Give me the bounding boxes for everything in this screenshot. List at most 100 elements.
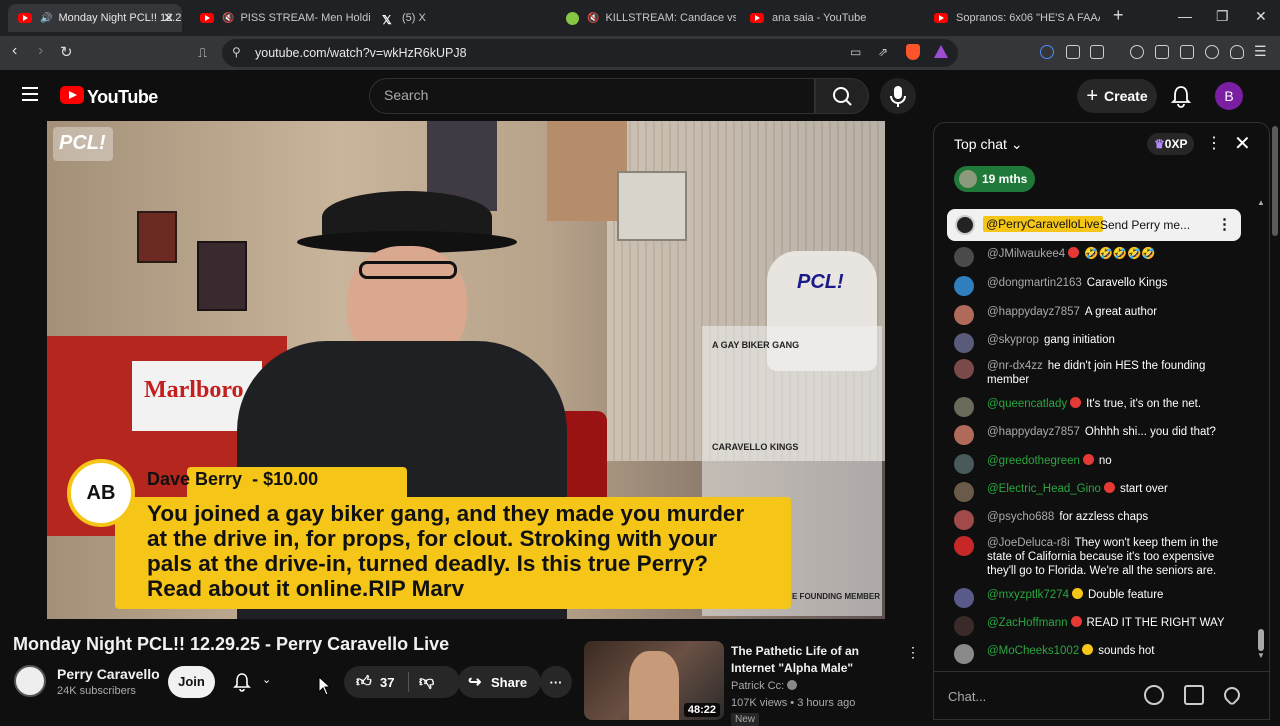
- chat-avatar[interactable]: [954, 247, 974, 267]
- chat-avatar[interactable]: [954, 644, 974, 664]
- hamburger-menu-icon[interactable]: [22, 87, 38, 101]
- share-page-icon[interactable]: ⇗: [878, 45, 888, 59]
- chat-username[interactable]: @greedothegreen: [987, 455, 1080, 467]
- recommended-menu-icon[interactable]: ⋮: [906, 644, 920, 661]
- chat-avatar[interactable]: [954, 616, 974, 636]
- brave-rewards-icon[interactable]: [934, 45, 948, 58]
- channel-avatar[interactable]: [14, 665, 46, 697]
- dislike-icon[interactable]: 👎︎: [419, 673, 434, 691]
- chat-username[interactable]: @happydayz7857: [987, 426, 1080, 438]
- tab-sopranos[interactable]: Sopranos: 6x06 "HE'S A FAAAG": [924, 4, 1100, 32]
- search-box[interactable]: [369, 78, 815, 114]
- vpn-icon[interactable]: [1040, 45, 1054, 59]
- minimize-icon[interactable]: —: [1178, 8, 1192, 24]
- chat-message[interactable]: @JoeDeluca-r8i They won't keep them in th…: [952, 536, 1242, 578]
- chat-username[interactable]: @psycho688: [987, 511, 1054, 523]
- chat-input[interactable]: [948, 684, 1138, 708]
- reload-icon[interactable]: ↻: [60, 43, 73, 61]
- brave-shields-icon[interactable]: [906, 44, 920, 60]
- cast-icon[interactable]: ▭: [850, 45, 861, 59]
- chat-username[interactable]: @queencatlady: [987, 398, 1067, 410]
- emoji-icon[interactable]: [1144, 685, 1164, 705]
- page-scrollbar[interactable]: [1270, 122, 1280, 720]
- chat-username[interactable]: @happydayz7857: [987, 306, 1080, 318]
- xp-badge[interactable]: ♛0XP: [1147, 133, 1195, 155]
- chat-avatar[interactable]: [954, 588, 974, 608]
- wallet-icon[interactable]: [1090, 45, 1104, 59]
- chat-username[interactable]: @nr-dx4zz: [987, 360, 1043, 372]
- chat-menu-icon[interactable]: ⋮: [1206, 133, 1222, 153]
- create-button[interactable]: + Create: [1077, 79, 1157, 113]
- chat-avatar[interactable]: [954, 305, 974, 325]
- chat-avatar[interactable]: [954, 333, 974, 353]
- leo-ai-icon[interactable]: [1205, 45, 1219, 59]
- chat-avatar[interactable]: [954, 425, 974, 445]
- new-tab-icon[interactable]: +: [1113, 5, 1124, 26]
- chat-avatar[interactable]: [954, 510, 974, 530]
- close-chat-icon[interactable]: ✕: [1234, 131, 1251, 156]
- url-text[interactable]: youtube.com/watch?v=wkHzR6kUPJ8: [255, 46, 467, 60]
- tab-piss-stream[interactable]: 🔇 PISS STREAM- Men Holding: [190, 4, 370, 32]
- chat-message[interactable]: @mxyzptlk7274 Double feature: [952, 588, 1242, 608]
- browser-menu-icon[interactable]: ☰: [1254, 43, 1267, 60]
- chat-mode-dropdown[interactable]: Top chat ⌄: [954, 136, 1023, 153]
- chat-message[interactable]: @happydayz7857 A great author: [952, 305, 1242, 325]
- wallet-panel-icon[interactable]: [1180, 45, 1194, 59]
- chat-avatar[interactable]: [954, 454, 974, 474]
- account-avatar[interactable]: B: [1215, 82, 1243, 110]
- speaker-icon[interactable]: 🔊: [40, 13, 52, 24]
- chat-message[interactable]: @Electric_Head_Gino start over: [952, 482, 1242, 502]
- chat-message[interactable]: @queencatlady It's true, it's on the net.: [952, 397, 1242, 417]
- chat-avatar[interactable]: [954, 276, 974, 296]
- pinned-message[interactable]: @PerryCaravelloLive Send Perry me... ⋮: [947, 209, 1241, 241]
- chat-username[interactable]: @mxyzptlk7274: [987, 589, 1069, 601]
- chat-message[interactable]: @psycho688 for azzless chaps: [952, 510, 1242, 530]
- sidebar-icon[interactable]: [1155, 45, 1169, 59]
- chat-username[interactable]: @JoeDeluca-r8i: [987, 537, 1070, 549]
- chat-username[interactable]: @ZacHoffmann: [987, 617, 1068, 629]
- super-chat-icon[interactable]: [1184, 685, 1204, 705]
- mute-icon[interactable]: 🔇: [587, 13, 599, 24]
- chat-username[interactable]: @MoCheeks1002: [987, 645, 1079, 657]
- tab-x[interactable]: 𝕏 (5) X: [372, 4, 552, 32]
- bookmark-icon[interactable]: ⎍: [198, 45, 207, 61]
- like-count[interactable]: 37: [380, 675, 394, 690]
- chat-avatar[interactable]: [954, 482, 974, 502]
- chat-username[interactable]: @dongmartin2163: [987, 277, 1082, 289]
- close-tab-icon[interactable]: ✕: [163, 10, 174, 26]
- chat-scrollbar-thumb[interactable]: [1258, 629, 1264, 651]
- recommended-title[interactable]: The Pathetic Life of an Internet "Alpha …: [731, 643, 906, 677]
- like-icon[interactable]: 👍︎: [356, 673, 372, 691]
- chat-message[interactable]: @JMilwaukee4 🤣🤣🤣🤣🤣: [952, 247, 1242, 267]
- youtube-logo-text[interactable]: YouTube: [87, 87, 158, 108]
- tab-monday-night-pcl[interactable]: 🔊 Monday Night PCL!! 12.2 ✕: [8, 4, 182, 32]
- share-button[interactable]: ↪ Share: [458, 666, 541, 698]
- back-icon[interactable]: ‹: [12, 42, 17, 60]
- chat-scrollbar[interactable]: ▲ ▼: [1257, 198, 1265, 661]
- scroll-up-icon[interactable]: ▲: [1257, 198, 1265, 207]
- shield-icon[interactable]: [1230, 45, 1244, 59]
- subscription-bell-button[interactable]: ⌄: [224, 666, 286, 698]
- video-player[interactable]: Marlboro PCL! A GAY BIKER GANG CARAVELLO…: [47, 121, 885, 619]
- pinned-menu-icon[interactable]: ⋮: [1217, 215, 1232, 233]
- notifications-bell-icon[interactable]: [1170, 84, 1192, 108]
- chat-message[interactable]: @greedothegreen no: [952, 454, 1242, 474]
- chat-username[interactable]: @JMilwaukee4: [987, 248, 1065, 260]
- recommended-thumbnail[interactable]: 48:22: [584, 641, 724, 720]
- close-window-icon[interactable]: ✕: [1255, 8, 1267, 25]
- heart-icon[interactable]: [1220, 683, 1244, 707]
- media-icon[interactable]: [1130, 45, 1144, 59]
- forward-icon[interactable]: ›: [38, 42, 43, 60]
- page-scrollbar-thumb[interactable]: [1272, 126, 1278, 236]
- maximize-icon[interactable]: ❐: [1216, 8, 1229, 25]
- chat-message[interactable]: @dongmartin2163 Caravello Kings: [952, 276, 1242, 296]
- membership-tenure-badge[interactable]: 19 mths: [954, 166, 1036, 192]
- recommended-channel[interactable]: Patrick Cc:: [731, 680, 798, 692]
- youtube-logo-icon[interactable]: [60, 86, 84, 104]
- voice-search-button[interactable]: [880, 78, 916, 114]
- site-info-icon[interactable]: ⚲: [232, 45, 241, 59]
- chat-avatar[interactable]: [954, 397, 974, 417]
- extensions-icon[interactable]: [1066, 45, 1080, 59]
- scroll-down-icon[interactable]: ▼: [1257, 651, 1265, 660]
- chat-username[interactable]: @skyprop: [987, 334, 1039, 346]
